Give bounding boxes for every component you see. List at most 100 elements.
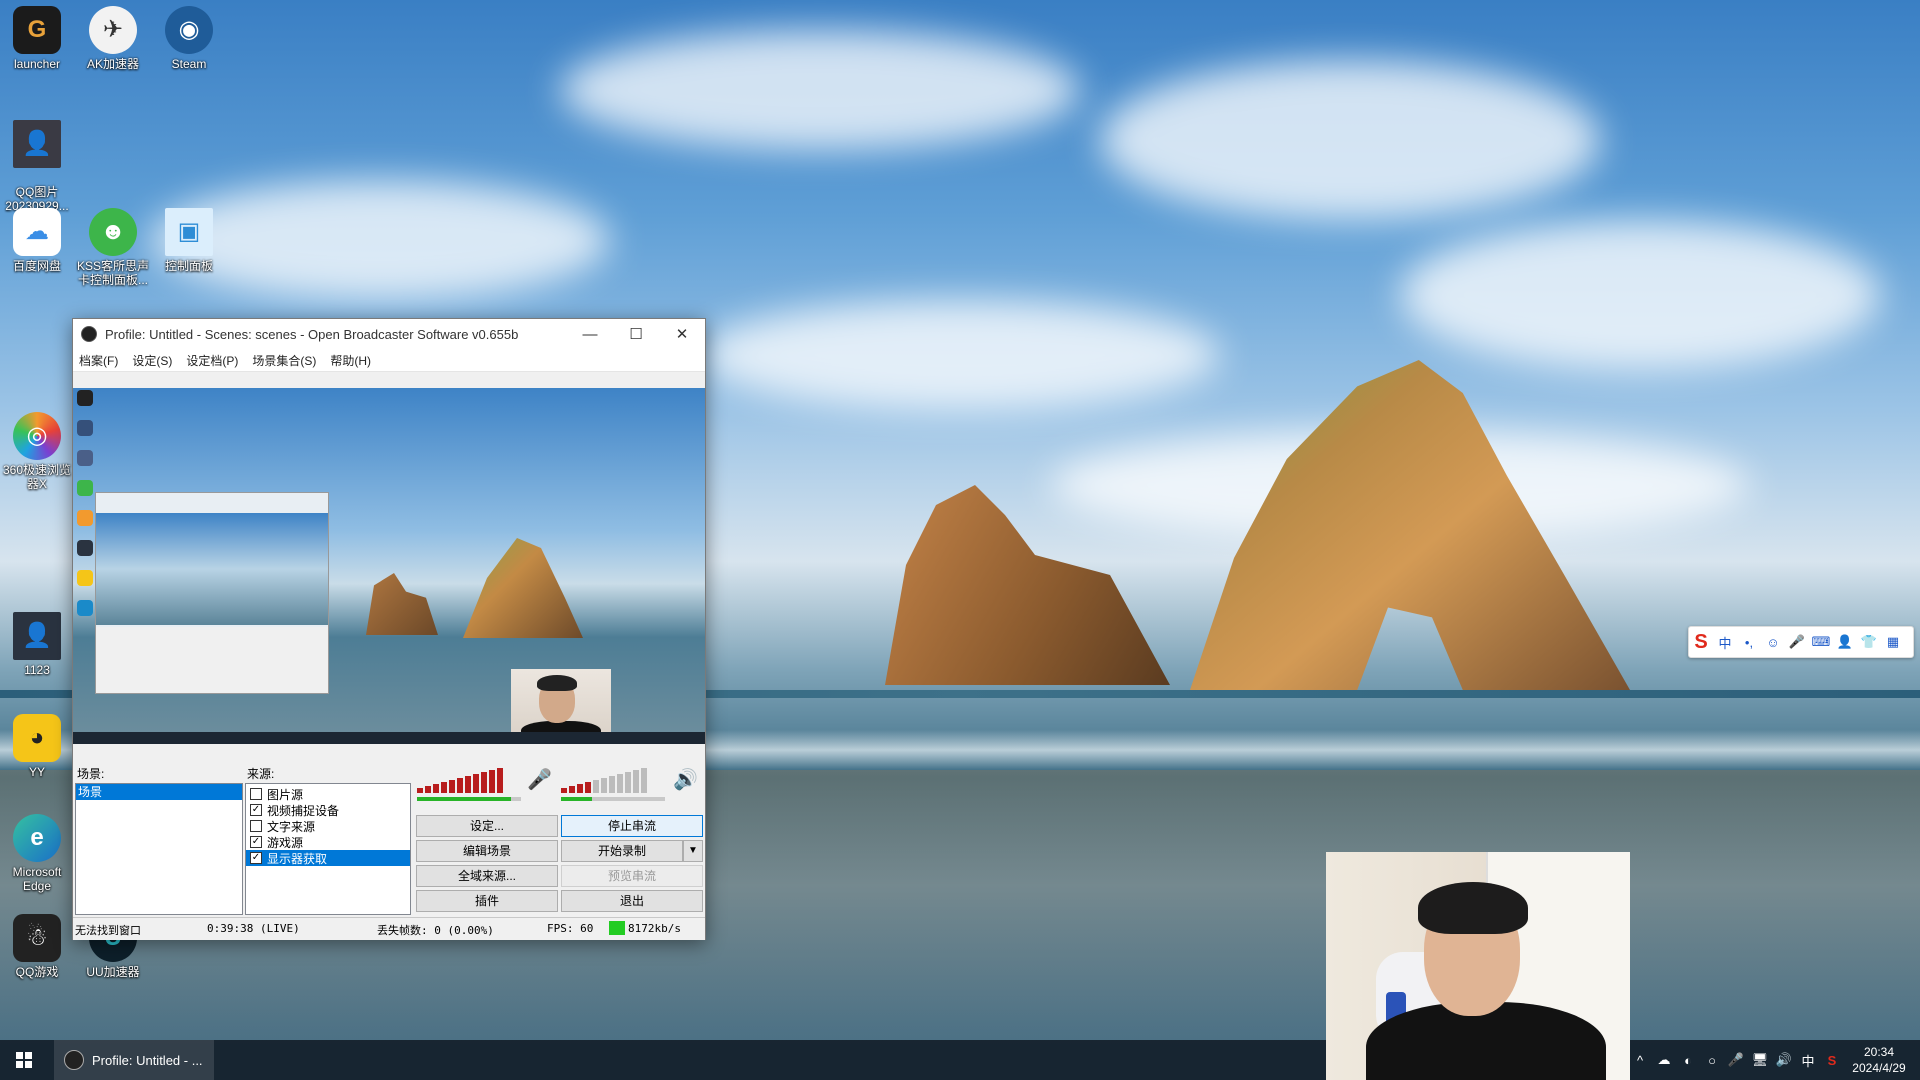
desktop-icon-control-panel[interactable]: ▣ 控制面板 xyxy=(152,208,226,273)
source-item-selected[interactable]: ✓ 显示器获取 xyxy=(246,850,410,866)
ime-keyboard-icon[interactable]: ⌨ xyxy=(1809,634,1833,650)
tray-expand-icon[interactable]: ^ xyxy=(1628,1053,1652,1068)
desktop-icon-launcher[interactable]: G launcher xyxy=(0,6,74,71)
desktop-icon-label: 360极速浏览器X xyxy=(2,463,72,491)
source-checkbox[interactable]: ✓ xyxy=(250,804,262,816)
maximize-button[interactable]: ☐ xyxy=(613,319,659,349)
start-recording-button[interactable]: 开始录制 xyxy=(561,840,683,862)
global-sources-button[interactable]: 全域来源... xyxy=(416,865,558,887)
desktop-icon-kss[interactable]: ☻ KSS客所思声卡控制面板... xyxy=(76,208,150,287)
source-checkbox[interactable] xyxy=(250,820,262,832)
desktop-icon-label: 百度网盘 xyxy=(12,259,61,273)
start-button[interactable] xyxy=(0,1040,48,1080)
qq-penguin-icon: ☃ xyxy=(13,914,61,962)
taskbar-obs-item[interactable]: Profile: Untitled - ... xyxy=(54,1040,214,1080)
speaker-level-bar xyxy=(561,797,665,801)
desktop-icon-label: UU加速器 xyxy=(86,965,140,979)
preview-nested-obs xyxy=(95,492,329,694)
desktop-icon-1123[interactable]: 👤 1123 xyxy=(0,612,74,677)
status-fps: FPS: 60 xyxy=(547,922,594,935)
speaker-icon[interactable]: 🔊 xyxy=(673,767,698,792)
obs-app-icon xyxy=(64,1050,84,1070)
edge-browser-icon: e xyxy=(13,814,61,862)
source-checkbox[interactable] xyxy=(250,788,262,800)
ime-menu-icon[interactable]: ▦ xyxy=(1881,634,1905,650)
desktop-icon-edge[interactable]: e Microsoft Edge xyxy=(0,814,74,893)
sources-list[interactable]: 图片源 ✓ 视频捕捉设备 文字来源 ✓ 游戏源 ✓ 显示器获取 xyxy=(245,783,411,915)
minimize-button[interactable]: — xyxy=(567,319,613,349)
scene-item[interactable]: 场景 xyxy=(76,784,242,800)
clock-time: 20:34 xyxy=(1863,1045,1895,1059)
sogou-logo-icon[interactable]: S xyxy=(1689,631,1713,654)
windows-logo-icon xyxy=(16,1052,32,1068)
desktop-volume-meter[interactable] xyxy=(561,767,649,793)
taskbar: Profile: Untitled - ... ^ ☁ ◐ ○ 🎤 🖥 🔊 中 … xyxy=(0,1040,1920,1080)
menu-scene-collection[interactable]: 场景集合(S) xyxy=(252,352,316,369)
close-button[interactable]: ✕ xyxy=(659,319,705,349)
desktop-icon-steam[interactable]: ◉ Steam xyxy=(152,6,226,71)
tray-volume-icon[interactable]: 🔊 xyxy=(1772,1052,1796,1068)
scenes-list[interactable]: 场景 xyxy=(75,783,243,915)
menu-settings[interactable]: 设定(S) xyxy=(132,352,172,369)
obs-titlebar[interactable]: Profile: Untitled - Scenes: scenes - Ope… xyxy=(73,319,705,349)
preview-stream-button[interactable]: 预览串流 xyxy=(561,865,703,887)
clock-date: 2024/4/29 xyxy=(1852,1061,1906,1075)
tray-circle-icon[interactable]: ○ xyxy=(1700,1053,1724,1068)
obs-window: Profile: Untitled - Scenes: scenes - Ope… xyxy=(72,318,706,940)
tray-network-icon[interactable]: 🖥 xyxy=(1748,1052,1772,1068)
tray-microphone-icon[interactable]: 🎤 xyxy=(1724,1052,1748,1068)
desktop-icon-qq-games[interactable]: ☃ QQ游戏 xyxy=(0,914,74,979)
stream-preview[interactable] xyxy=(73,388,705,744)
desktop-icon-ak[interactable]: ✈ AK加速器 xyxy=(76,6,150,71)
source-item[interactable]: ✓ 游戏源 xyxy=(246,834,410,850)
stop-stream-button[interactable]: 停止串流 xyxy=(561,815,703,837)
desktop-icon-label: 控制面板 xyxy=(164,259,213,273)
webcam-overlay xyxy=(1326,852,1630,1080)
mic-volume-meter[interactable] xyxy=(417,767,505,793)
ime-skin-icon[interactable]: 👕 xyxy=(1857,634,1881,650)
mic-level-fill xyxy=(417,797,511,801)
desktop-icon-yy[interactable]: ◕ YY xyxy=(0,714,74,779)
source-item[interactable]: ✓ 视频捕捉设备 xyxy=(246,802,410,818)
system-tray: ^ ☁ ◐ ○ 🎤 🖥 🔊 中 S 20:34 2024/4/29 xyxy=(1628,1040,1920,1080)
ime-punctuation-icon[interactable]: •, xyxy=(1737,635,1761,650)
tray-moon-icon[interactable]: ◐ xyxy=(1676,1053,1700,1068)
status-window-message: 无法找到窗口 xyxy=(75,924,141,937)
source-checkbox[interactable]: ✓ xyxy=(250,836,262,848)
ime-user-icon[interactable]: 👤 xyxy=(1833,634,1857,650)
plugins-button[interactable]: 插件 xyxy=(416,890,558,912)
ak-accelerator-icon: ✈ xyxy=(89,6,137,54)
desktop-icon-baidu-pan[interactable]: ☁ 百度网盘 xyxy=(0,208,74,273)
preview-arch-rock xyxy=(463,538,583,638)
source-label: 游戏源 xyxy=(267,835,304,850)
record-dropdown-arrow[interactable]: ▼ xyxy=(683,840,703,862)
tray-input-language[interactable]: 中 xyxy=(1796,1051,1820,1070)
taskbar-clock[interactable]: 20:34 2024/4/29 xyxy=(1844,1044,1914,1076)
status-bitrate: 8172kb/s xyxy=(628,922,681,935)
obs-app-icon xyxy=(81,326,97,342)
ime-chinese-mode[interactable]: 中 xyxy=(1713,633,1737,652)
edit-scene-button[interactable]: 编辑场景 xyxy=(416,840,558,862)
control-panel-icon: ▣ xyxy=(165,208,213,256)
source-item[interactable]: 文字来源 xyxy=(246,818,410,834)
tray-cloud-icon[interactable]: ☁ xyxy=(1652,1052,1676,1068)
ime-emoji-icon[interactable]: ☺ xyxy=(1761,635,1785,650)
cloud xyxy=(1400,220,1880,370)
source-label: 视频捕捉设备 xyxy=(267,803,340,818)
menu-profile[interactable]: 档案(F) xyxy=(79,352,118,369)
baidu-netdisk-icon: ☁ xyxy=(13,208,61,256)
tray-sogou-icon[interactable]: S xyxy=(1820,1053,1844,1068)
settings-button[interactable]: 设定... xyxy=(416,815,558,837)
status-stream-time: 0:39:38 (LIVE) xyxy=(207,922,300,935)
desktop-icon-label: Steam xyxy=(171,57,207,71)
microphone-icon[interactable]: 🎤 xyxy=(527,767,552,792)
menu-profile-settings[interactable]: 设定档(P) xyxy=(186,352,238,369)
ime-toolbar[interactable]: S 中 •, ☺ 🎤 ⌨ 👤 👕 ▦ xyxy=(1688,626,1914,658)
ime-voice-icon[interactable]: 🎤 xyxy=(1785,634,1809,650)
desktop-icon-label: AK加速器 xyxy=(86,57,139,71)
menu-help[interactable]: 帮助(H) xyxy=(330,352,371,369)
source-checkbox[interactable]: ✓ xyxy=(250,852,262,864)
source-item[interactable]: 图片源 xyxy=(246,786,410,802)
desktop-icon-360-browser[interactable]: ◎ 360极速浏览器X xyxy=(0,412,74,491)
exit-button[interactable]: 退出 xyxy=(561,890,703,912)
